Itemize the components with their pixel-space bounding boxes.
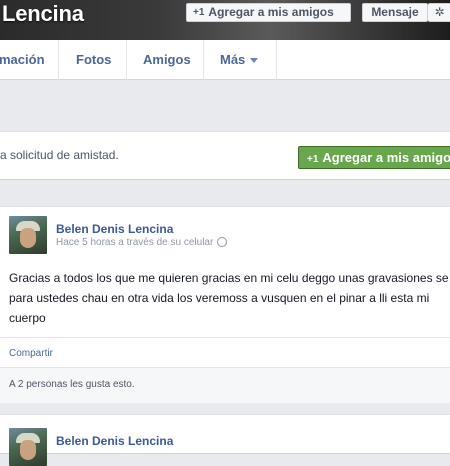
add-friend-label: Agregar a mis amigos [208, 5, 334, 19]
friend-request-text: a solicitud de amistad. [0, 148, 119, 162]
avatar[interactable] [9, 428, 47, 466]
friend-request-panel: a solicitud de amistad. +1 Agregar a mis … [0, 131, 450, 180]
add-friend-label: Agregar a mis amigos [322, 150, 450, 165]
post: Belen Denis Lencina [0, 414, 450, 466]
divider [0, 337, 450, 338]
tab-amigos[interactable]: Amigos [143, 40, 191, 80]
post: Belen Denis Lencina Hace 5 horas a travé… [0, 206, 450, 403]
add-friend-button-secondary[interactable]: +1 Agregar a mis amigos [298, 146, 450, 169]
tab-mas-label: Más [220, 52, 246, 67]
tab-divider [276, 40, 277, 80]
tab-mas[interactable]: Más [220, 40, 259, 80]
chevron-down-icon [250, 58, 259, 64]
globe-icon [217, 237, 228, 248]
post-body: Gracias a todos los que me quieren graci… [9, 271, 449, 325]
tab-fotos[interactable]: Fotos [76, 40, 111, 80]
add-friend-button[interactable]: +1 Agregar a mis amigos [186, 3, 351, 22]
tab-divider [203, 40, 204, 80]
add-friend-icon: +1 [193, 7, 205, 18]
tab-informacion[interactable]: mación [0, 40, 45, 80]
share-link[interactable]: Compartir [9, 348, 53, 359]
post-timestamp[interactable]: Hace 5 horas a través de su celular [56, 237, 213, 248]
profile-name[interactable]: Lencina [2, 1, 84, 27]
add-friend-icon: +1 [307, 154, 319, 165]
likes-count[interactable]: A 2 personas les gusta esto. [9, 379, 135, 390]
tab-divider [126, 40, 127, 80]
gear-icon[interactable]: ✲ [428, 3, 450, 22]
tab-divider [58, 40, 59, 80]
profile-tabs: mación Fotos Amigos Más [0, 40, 450, 80]
post-author[interactable]: Belen Denis Lencina [56, 434, 173, 448]
post-author[interactable]: Belen Denis Lencina [56, 222, 173, 236]
avatar-face [20, 228, 36, 248]
message-button[interactable]: Mensaje [362, 3, 428, 22]
avatar[interactable] [9, 216, 47, 254]
avatar-face [20, 440, 36, 460]
post-meta: Hace 5 horas a través de su celular [56, 237, 228, 248]
divider [0, 367, 450, 368]
